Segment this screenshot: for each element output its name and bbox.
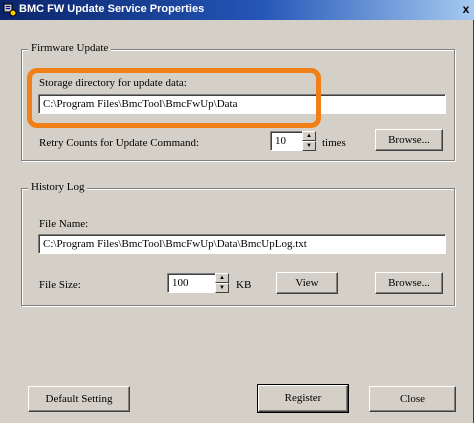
file-name-label: File Name: — [39, 218, 89, 230]
retry-counts-label: Retry Counts for Update Command: — [39, 137, 200, 149]
spin-down-icon[interactable]: ▼ — [215, 283, 229, 293]
view-log-button[interactable]: View — [276, 272, 338, 294]
storage-directory-label: Storage directory for update data: — [39, 77, 187, 89]
browse-storage-button[interactable]: Browse... — [375, 129, 443, 151]
file-size-spin-arrows[interactable]: ▲ ▼ — [215, 273, 229, 293]
retry-unit-label: times — [322, 137, 346, 149]
spin-down-icon[interactable]: ▼ — [302, 141, 316, 151]
file-name-input[interactable]: C:\Program Files\BmcTool\BmcFwUp\Data\Bm… — [38, 234, 446, 254]
retry-spin-arrows[interactable]: ▲ ▼ — [302, 131, 316, 151]
properties-dialog: BMC FW Update Service Properties x Firmw… — [0, 0, 474, 423]
spin-up-icon[interactable]: ▲ — [302, 131, 316, 141]
gear-app-icon — [3, 3, 17, 17]
firmware-update-legend: Firmware Update — [28, 42, 112, 54]
browse-log-button[interactable]: Browse... — [375, 272, 443, 294]
close-button[interactable]: Close — [369, 386, 456, 412]
history-log-legend: History Log — [28, 181, 88, 193]
retry-counts-stepper[interactable]: 10 ▲ ▼ — [270, 131, 316, 151]
spin-up-icon[interactable]: ▲ — [215, 273, 229, 283]
register-button[interactable]: Register — [257, 384, 349, 413]
close-icon[interactable]: x — [460, 2, 472, 17]
file-size-stepper[interactable]: 100 ▲ ▼ — [167, 273, 229, 293]
title-bar[interactable]: BMC FW Update Service Properties x — [0, 0, 474, 20]
file-size-label: File Size: — [39, 279, 81, 291]
window-title: BMC FW Update Service Properties — [19, 3, 205, 15]
default-setting-button[interactable]: Default Setting — [28, 386, 130, 412]
storage-directory-input[interactable]: C:\Program Files\BmcTool\BmcFwUp\Data — [38, 94, 446, 114]
file-size-unit-label: KB — [236, 279, 252, 291]
